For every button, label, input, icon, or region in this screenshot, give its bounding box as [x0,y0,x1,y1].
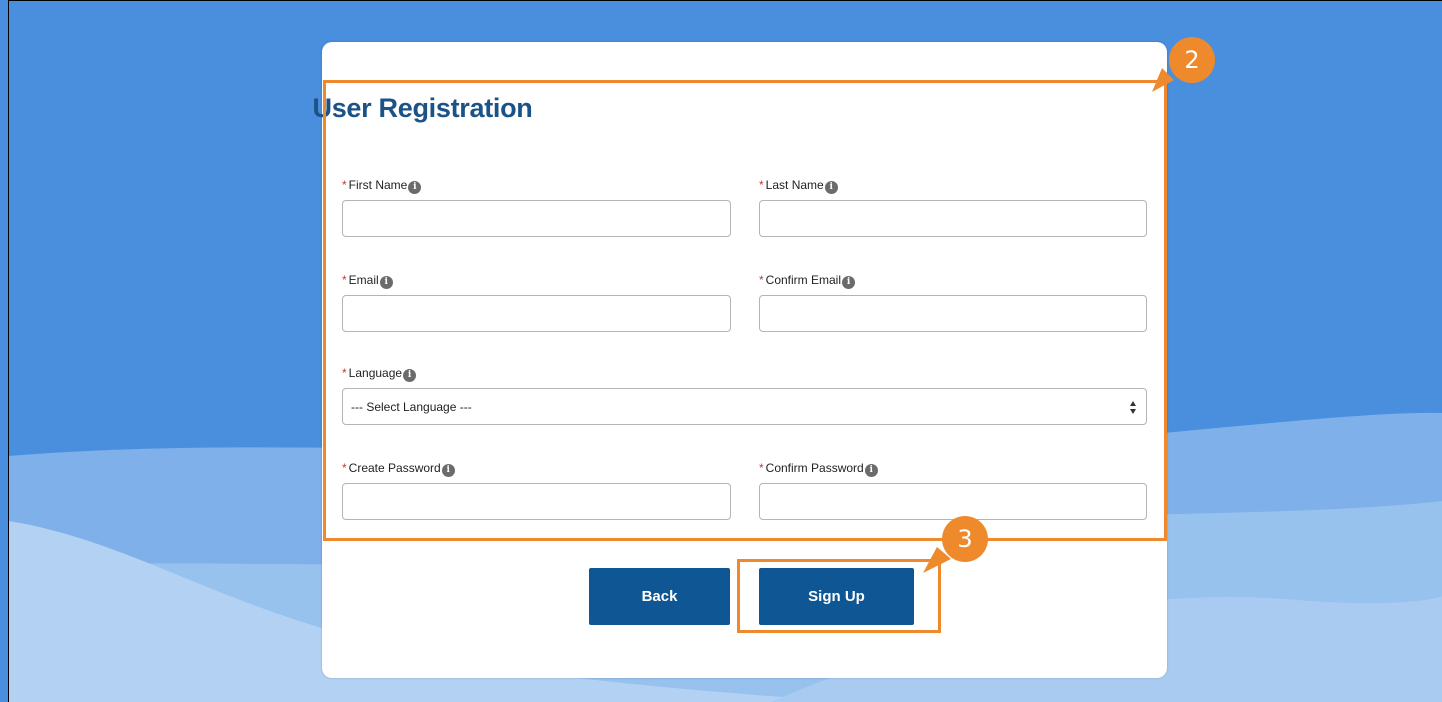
callout-badge-3: 3 [942,516,988,562]
sign-up-highlight-box [737,559,941,633]
form-highlight-box [323,80,1167,541]
back-button[interactable]: Back [589,568,730,625]
callout-badge-2: 2 [1169,37,1215,83]
